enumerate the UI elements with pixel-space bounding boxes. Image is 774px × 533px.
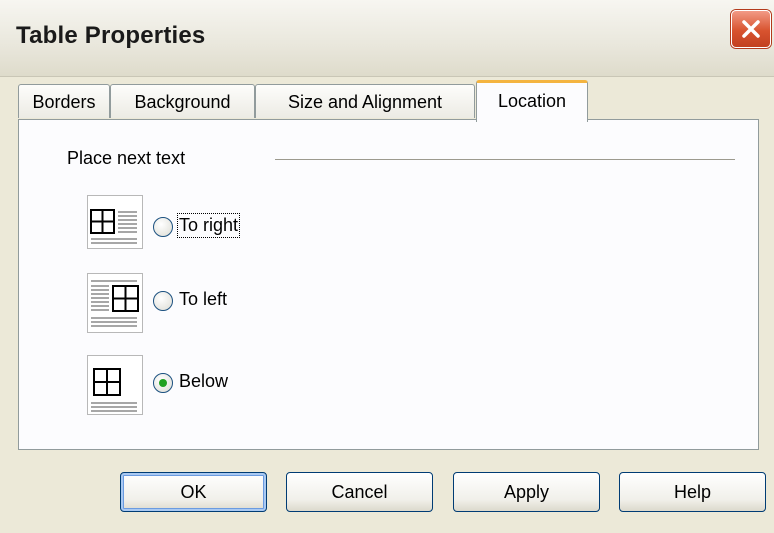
location-panel: Place next text To right To left Below: [18, 119, 759, 450]
radio-label-to-left[interactable]: To left: [179, 289, 227, 310]
title-bar[interactable]: Table Properties: [0, 0, 774, 77]
tab-borders[interactable]: Borders: [18, 84, 110, 118]
help-button[interactable]: Help: [619, 472, 766, 512]
radio-to-right[interactable]: [153, 217, 173, 237]
tab-location[interactable]: Location: [476, 80, 588, 122]
radio-below[interactable]: [153, 373, 173, 393]
ok-button[interactable]: OK: [120, 472, 267, 512]
radio-label-below[interactable]: Below: [179, 371, 228, 392]
group-label-place-next-text: Place next text: [67, 148, 186, 168]
radio-label-to-right[interactable]: To right: [176, 213, 241, 238]
tab-background[interactable]: Background: [110, 84, 255, 118]
dialog-title: Table Properties: [16, 22, 206, 49]
close-icon: [742, 20, 760, 38]
apply-button[interactable]: Apply: [453, 472, 600, 512]
table-right-text-left-icon: [87, 273, 143, 333]
table-properties-dialog: Table Properties Borders Background Size…: [0, 0, 774, 533]
close-button[interactable]: [731, 10, 771, 48]
group-divider: [275, 159, 735, 160]
tab-size-and-alignment[interactable]: Size and Alignment: [255, 84, 475, 118]
table-text-below-icon: [87, 355, 143, 415]
table-left-text-right-icon: [87, 195, 143, 249]
cancel-button[interactable]: Cancel: [286, 472, 433, 512]
radio-to-left[interactable]: [153, 291, 173, 311]
